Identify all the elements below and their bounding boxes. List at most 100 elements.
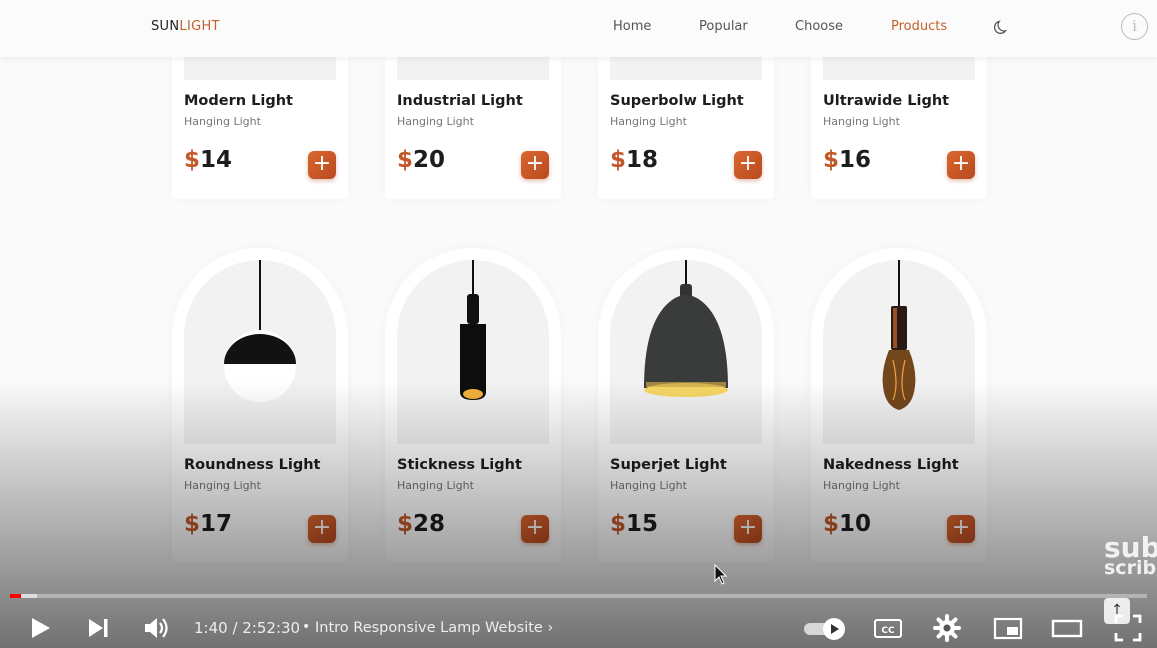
price-value: 15	[626, 511, 659, 537]
video-frame: SUNLIGHT Home Popular Choose Products i …	[0, 0, 1157, 648]
logo-text-light: LIGHT	[179, 19, 220, 34]
site-header: SUNLIGHT Home Popular Choose Products i	[0, 0, 1157, 57]
product-name: Modern Light	[184, 93, 293, 109]
product-image	[823, 260, 975, 444]
product-image	[610, 260, 762, 444]
add-to-cart-button[interactable]: +	[521, 515, 549, 543]
product-card: Superbolw Light Hanging Light $18 +	[598, 57, 774, 199]
fullscreen-icon[interactable]	[1112, 612, 1144, 644]
currency-symbol: $	[397, 511, 414, 537]
nav-popular[interactable]: Popular	[699, 19, 748, 34]
currency-symbol: $	[184, 147, 201, 173]
price-value: 16	[839, 147, 872, 173]
chapter-title[interactable]: Intro Responsive Lamp Website ›	[315, 620, 553, 636]
subscribe-watermark[interactable]: sub scribe	[1104, 534, 1157, 579]
stick-lamp-image	[460, 260, 486, 400]
bell-lamp-image	[644, 260, 728, 397]
product-card: Modern Light Hanging Light $14 +	[172, 57, 348, 199]
product-card: Ultrawide Light Hanging Light $16 +	[811, 57, 987, 199]
product-type: Hanging Light	[610, 479, 687, 492]
product-card: Industrial Light Hanging Light $20 +	[385, 57, 561, 199]
settings-icon[interactable]	[931, 612, 963, 644]
progress-bar[interactable]	[10, 594, 1147, 598]
product-type: Hanging Light	[184, 115, 261, 128]
product-type: Hanging Light	[823, 115, 900, 128]
product-price: $15	[610, 511, 658, 537]
product-image	[610, 57, 762, 80]
product-type: Hanging Light	[610, 115, 687, 128]
logo-text-sun: SUN	[151, 19, 180, 34]
miniplayer-icon[interactable]	[992, 612, 1024, 644]
add-to-cart-button[interactable]: +	[947, 151, 975, 179]
product-image	[184, 57, 336, 80]
product-name: Superbolw Light	[610, 93, 744, 109]
theater-icon[interactable]	[1051, 612, 1083, 644]
product-type: Hanging Light	[823, 479, 900, 492]
product-card: Nakedness Light Hanging Light $10 +	[811, 248, 987, 562]
product-name: Nakedness Light	[823, 457, 959, 473]
nav-products[interactable]: Products	[891, 19, 947, 34]
product-price: $16	[823, 147, 871, 173]
currency-symbol: $	[397, 147, 414, 173]
subscribe-text-2: scribe	[1104, 556, 1157, 579]
product-price: $14	[184, 147, 232, 173]
price-value: 28	[413, 511, 446, 537]
player-controls: 1:40 / 2:52:30 • Intro Responsive Lamp W…	[0, 606, 1157, 648]
currency-symbol: $	[823, 147, 840, 173]
product-image	[823, 57, 975, 80]
captions-label: CC	[881, 626, 895, 636]
product-price: $28	[397, 511, 445, 537]
logo[interactable]: SUNLIGHT	[151, 19, 220, 34]
nav-home[interactable]: Home	[613, 19, 651, 34]
add-to-cart-button[interactable]: +	[734, 515, 762, 543]
price-value: 17	[200, 511, 233, 537]
next-icon[interactable]	[82, 612, 114, 644]
add-to-cart-button[interactable]: +	[734, 151, 762, 179]
chapter-separator: •	[302, 619, 311, 635]
product-image	[397, 57, 549, 80]
time-display: 1:40 / 2:52:30	[194, 619, 301, 637]
volume-icon[interactable]	[140, 612, 172, 644]
mouse-cursor-icon	[714, 564, 728, 585]
product-name: Roundness Light	[184, 457, 321, 473]
play-icon[interactable]	[23, 612, 55, 644]
price-value: 18	[626, 147, 659, 173]
currency-symbol: $	[610, 147, 627, 173]
currency-symbol: $	[610, 511, 627, 537]
captions-icon[interactable]: CC	[872, 612, 904, 644]
product-price: $10	[823, 511, 871, 537]
chapter-title-text: Intro Responsive Lamp Website	[315, 620, 543, 636]
add-to-cart-button[interactable]: +	[947, 515, 975, 543]
currency-symbol: $	[184, 511, 201, 537]
product-card: Roundness Light Hanging Light $17 +	[172, 248, 348, 562]
product-name: Superjet Light	[610, 457, 727, 473]
product-price: $17	[184, 511, 232, 537]
product-type: Hanging Light	[397, 479, 474, 492]
moon-icon[interactable]	[993, 18, 1011, 36]
nav-choose[interactable]: Choose	[795, 19, 843, 34]
add-to-cart-button[interactable]: +	[308, 515, 336, 543]
currency-symbol: $	[823, 511, 840, 537]
played-bar	[10, 594, 22, 598]
price-value: 10	[839, 511, 872, 537]
product-type: Hanging Light	[184, 479, 261, 492]
autoplay-toggle-icon[interactable]	[802, 612, 848, 644]
product-type: Hanging Light	[397, 115, 474, 128]
price-value: 14	[200, 147, 233, 173]
product-image	[397, 260, 549, 444]
product-card: Stickness Light Hanging Light $28 +	[385, 248, 561, 562]
product-image	[184, 260, 336, 444]
round-lamp-image	[224, 260, 296, 402]
add-to-cart-button[interactable]: +	[521, 151, 549, 179]
add-to-cart-button[interactable]: +	[308, 151, 336, 179]
product-name: Stickness Light	[397, 457, 522, 473]
product-name: Industrial Light	[397, 93, 523, 109]
product-price: $20	[397, 147, 445, 173]
product-name: Ultrawide Light	[823, 93, 950, 109]
chevron-right-icon: ›	[547, 620, 554, 636]
product-price: $18	[610, 147, 658, 173]
product-card: Superjet Light Hanging Light $15 +	[598, 248, 774, 562]
info-icon[interactable]: i	[1121, 13, 1148, 40]
price-value: 20	[413, 147, 446, 173]
bulb-lamp-image	[882, 260, 916, 410]
